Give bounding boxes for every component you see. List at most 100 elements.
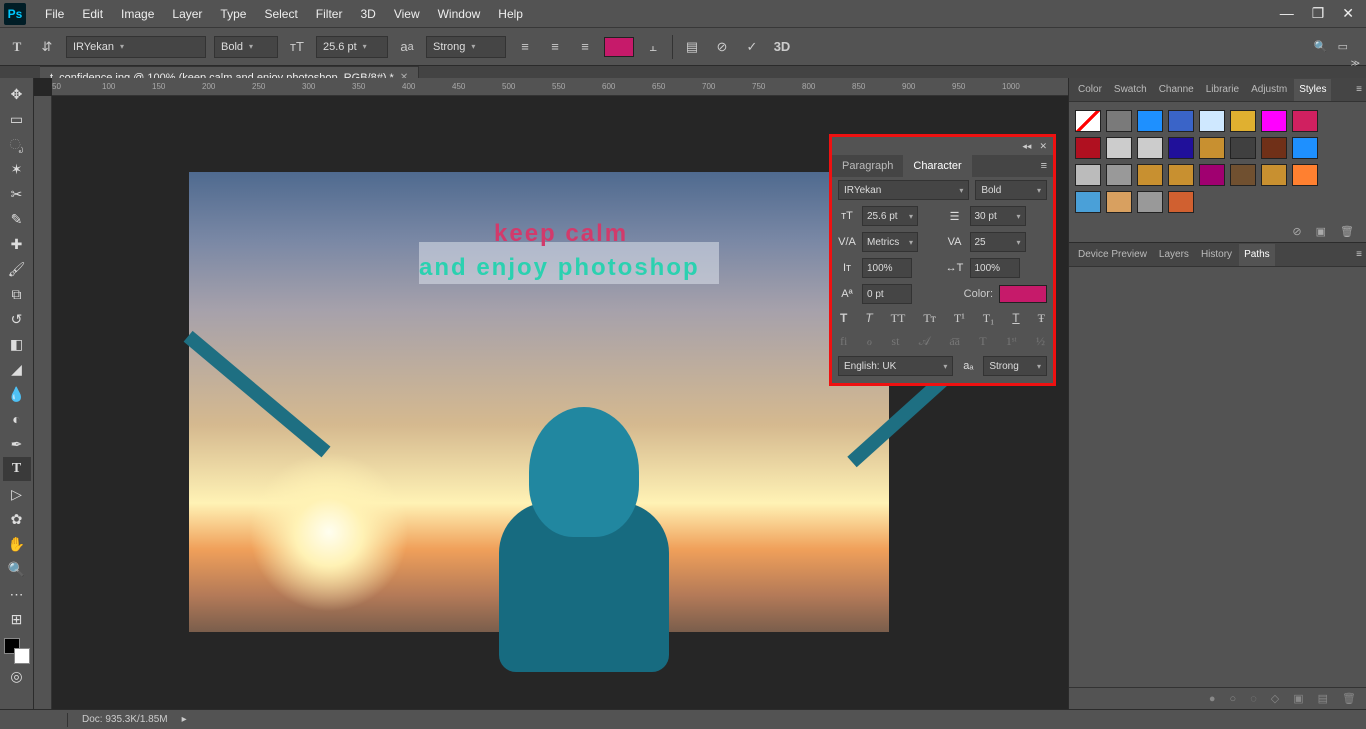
commit-edit-icon[interactable]: ✓ <box>741 36 763 58</box>
stroke-path-icon[interactable]: ○ <box>1230 693 1237 705</box>
tool-dodge[interactable]: ◐ <box>3 407 31 431</box>
tab-history[interactable]: History <box>1196 244 1237 266</box>
style-swatch[interactable] <box>1168 137 1194 159</box>
tool-preset-type-icon[interactable]: T <box>6 36 28 58</box>
style-swatch[interactable] <box>1261 164 1287 186</box>
stylistic-icon[interactable]: a͞a <box>949 334 960 349</box>
style-swatch[interactable] <box>1292 164 1318 186</box>
tool-gradient[interactable]: ◢ <box>3 357 31 381</box>
style-swatch[interactable] <box>1168 164 1194 186</box>
contextual-icon[interactable]: ℴ <box>867 334 873 349</box>
swash-icon[interactable]: 𝒜 <box>919 334 930 349</box>
style-swatch[interactable] <box>1199 164 1225 186</box>
align-right-icon[interactable]: ≡ <box>574 36 596 58</box>
style-swatch[interactable] <box>1199 110 1225 132</box>
tab-color[interactable]: Color <box>1073 79 1107 101</box>
tool-lasso[interactable]: ೃ <box>3 132 31 156</box>
style-swatch[interactable] <box>1075 110 1101 132</box>
menu-select[interactable]: Select <box>264 7 297 21</box>
style-swatch[interactable] <box>1137 164 1163 186</box>
style-swatch[interactable] <box>1261 137 1287 159</box>
collapse-panel-icon[interactable]: ◂◂ <box>1022 141 1031 152</box>
faux-italic-icon[interactable]: T <box>865 311 872 326</box>
style-swatch[interactable] <box>1261 110 1287 132</box>
char-font-dropdown[interactable]: IRYekan▾ <box>838 180 969 200</box>
tool-blur[interactable]: 💧 <box>3 382 31 406</box>
tool-path-select[interactable]: ▷ <box>3 482 31 506</box>
fractions-icon[interactable]: ½ <box>1036 334 1045 349</box>
style-swatch[interactable] <box>1168 191 1194 213</box>
menu-edit[interactable]: Edit <box>82 7 103 21</box>
char-aa-dropdown[interactable]: Strong▾ <box>983 356 1047 376</box>
window-close-icon[interactable]: ✕ <box>1342 5 1354 22</box>
smallcaps-icon[interactable]: Tᴛ <box>923 311 936 326</box>
char-size-input[interactable]: 25.6 pt▾ <box>862 206 918 226</box>
tool-history-brush[interactable]: ↺ <box>3 307 31 331</box>
window-restore-icon[interactable]: ❐ <box>1312 5 1325 22</box>
no-style-icon[interactable]: ⊘ <box>1292 225 1301 238</box>
ligatures-icon[interactable]: fi <box>840 334 847 349</box>
tab-paragraph[interactable]: Paragraph <box>832 155 903 177</box>
tool-more[interactable]: ⋯ <box>3 582 31 606</box>
panel-menu-icon[interactable]: ≡ <box>1356 249 1362 260</box>
char-leading-input[interactable]: 30 pt▾ <box>970 206 1026 226</box>
tool-marquee[interactable]: ▭ <box>3 107 31 131</box>
menu-layer[interactable]: Layer <box>172 7 202 21</box>
tool-move[interactable]: ✥ <box>3 82 31 106</box>
character-panel[interactable]: ◂◂ ✕ Paragraph Character ≡ IRYekan▾ Bold… <box>829 134 1056 386</box>
status-zoom[interactable] <box>8 713 68 727</box>
text-color-swatch[interactable] <box>604 37 634 57</box>
titling-icon[interactable]: T <box>979 334 986 349</box>
style-swatch[interactable] <box>1106 164 1132 186</box>
search-icon[interactable]: 🔍 <box>1314 40 1328 53</box>
expand-panels-icon[interactable]: ≫ <box>1351 58 1360 69</box>
tab-paths[interactable]: Paths <box>1239 244 1275 266</box>
tab-adjustments[interactable]: Adjustm <box>1246 79 1292 101</box>
cancel-edit-icon[interactable]: ⊘ <box>711 36 733 58</box>
menu-help[interactable]: Help <box>498 7 523 21</box>
menu-type[interactable]: Type <box>220 7 246 21</box>
menu-image[interactable]: Image <box>121 7 154 21</box>
allcaps-icon[interactable]: TT <box>891 311 906 326</box>
tool-clone[interactable]: ⧉ <box>3 282 31 306</box>
tool-edit-toolbar[interactable]: ⊞ <box>3 607 31 631</box>
style-swatch[interactable] <box>1199 137 1225 159</box>
superscript-icon[interactable]: T¹ <box>954 311 965 326</box>
style-swatch[interactable] <box>1075 191 1101 213</box>
menu-filter[interactable]: Filter <box>316 7 343 21</box>
style-swatch[interactable] <box>1106 110 1132 132</box>
toggle-char-panel-icon[interactable]: ▤ <box>681 36 703 58</box>
tool-eyedropper[interactable]: ✎ <box>3 207 31 231</box>
style-swatch[interactable] <box>1137 191 1163 213</box>
workspace-switcher-icon[interactable]: ▭ <box>1338 40 1348 53</box>
tool-crop[interactable]: ✂ <box>3 182 31 206</box>
tool-eraser[interactable]: ◧ <box>3 332 31 356</box>
tool-pen[interactable]: ✒ <box>3 432 31 456</box>
window-minimize-icon[interactable]: — <box>1280 5 1294 22</box>
tool-healing[interactable]: ✚ <box>3 232 31 256</box>
menu-file[interactable]: File <box>45 7 64 21</box>
font-size-dropdown[interactable]: 25.6 pt▾ <box>316 36 388 58</box>
style-swatch[interactable] <box>1106 191 1132 213</box>
subscript-icon[interactable]: T₁ <box>983 311 995 326</box>
canvas-text-line1[interactable]: keep calm <box>494 220 628 248</box>
menu-view[interactable]: View <box>394 7 420 21</box>
tool-hand[interactable]: ✋ <box>3 532 31 556</box>
char-kerning-input[interactable]: Metrics▾ <box>862 232 918 252</box>
font-family-dropdown[interactable]: IRYekan▾ <box>66 36 206 58</box>
style-swatch[interactable] <box>1075 137 1101 159</box>
menu-3d[interactable]: 3D <box>360 7 375 21</box>
char-vscale-input[interactable]: 100% <box>862 258 912 278</box>
style-swatch[interactable] <box>1106 137 1132 159</box>
tool-quick-select[interactable]: ✶ <box>3 157 31 181</box>
font-weight-dropdown[interactable]: Bold▾ <box>214 36 278 58</box>
style-swatch[interactable] <box>1137 137 1163 159</box>
style-swatch[interactable] <box>1292 137 1318 159</box>
document-canvas[interactable]: keep calm and enjoy photoshop <box>189 172 889 632</box>
close-panel-icon[interactable]: ✕ <box>1039 141 1047 152</box>
char-tracking-input[interactable]: 25▾ <box>970 232 1026 252</box>
tool-brush[interactable]: 🖌 <box>3 257 31 281</box>
style-swatch[interactable] <box>1230 110 1256 132</box>
fill-path-icon[interactable]: ● <box>1209 693 1216 705</box>
menu-window[interactable]: Window <box>438 7 481 21</box>
